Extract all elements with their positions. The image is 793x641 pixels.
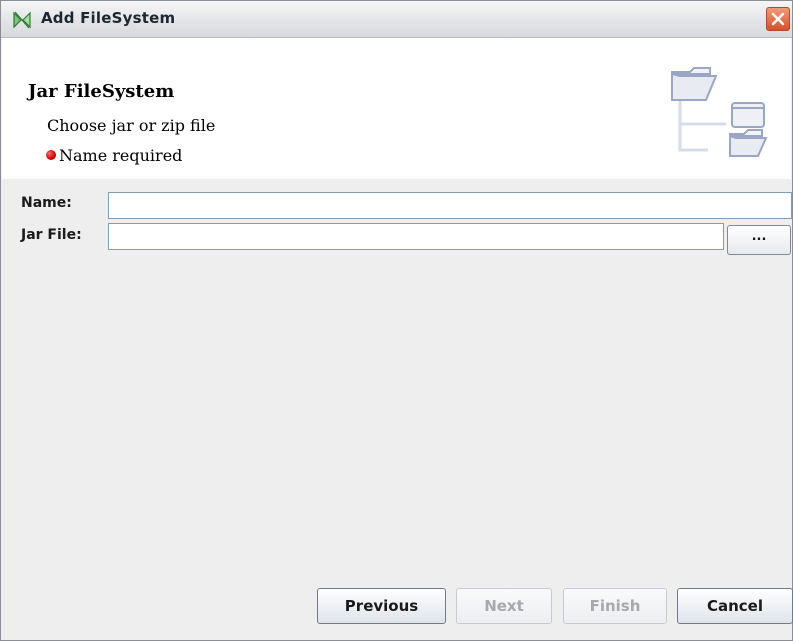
window-title: Add FileSystem	[41, 9, 176, 27]
close-button[interactable]	[766, 7, 790, 31]
filesystem-tree-icon	[671, 67, 768, 157]
error-icon	[46, 150, 56, 160]
next-button[interactable]: Next	[456, 588, 552, 624]
cancel-button[interactable]: Cancel	[677, 588, 793, 624]
finish-button[interactable]: Finish	[563, 588, 667, 624]
netbeans-app-icon	[13, 11, 31, 29]
validation-message: Name required	[46, 146, 183, 165]
title-bar[interactable]: Add FileSystem	[1, 1, 792, 38]
jar-file-input[interactable]	[108, 223, 724, 250]
add-filesystem-dialog: Add FileSystem Jar FileSystem Choose jar…	[0, 0, 793, 641]
jar-file-label: Jar File:	[21, 227, 82, 243]
step-title: Jar FileSystem	[28, 81, 175, 102]
close-icon	[771, 12, 785, 26]
validation-text: Name required	[59, 146, 183, 165]
step-description: Choose jar or zip file	[47, 116, 216, 135]
browse-button[interactable]: ...	[727, 225, 791, 255]
name-label: Name:	[21, 195, 72, 211]
previous-button[interactable]: Previous	[317, 588, 446, 624]
name-input[interactable]	[108, 192, 792, 219]
wizard-banner: Jar FileSystem Choose jar or zip file Na…	[2, 38, 791, 179]
